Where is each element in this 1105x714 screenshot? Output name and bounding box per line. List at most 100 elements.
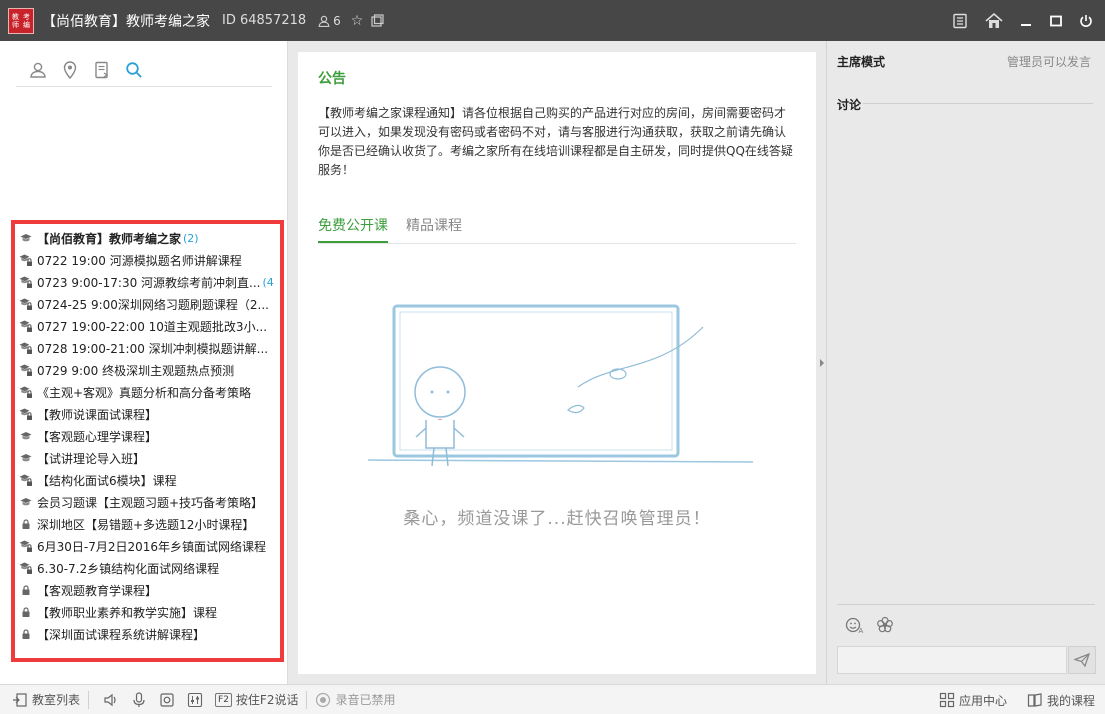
room-list-item[interactable]: 【结构化面试6模块】课程 — [15, 469, 280, 491]
room-list-button[interactable]: 教室列表 — [12, 691, 80, 708]
share-icon[interactable] — [371, 14, 384, 27]
collapse-handle[interactable] — [818, 355, 826, 371]
emoji-icon[interactable]: A — [845, 615, 865, 635]
app-center-button[interactable]: 应用中心 — [939, 692, 1007, 709]
chat-input[interactable] — [837, 646, 1067, 674]
discussion-label: 讨论 — [837, 98, 862, 112]
star-icon[interactable]: ☆ — [351, 13, 364, 29]
room-list-item[interactable]: 《主观+客观》真题分析和高分备考策略 — [15, 381, 280, 403]
room-list-item[interactable]: 0724-25 9:00深圳网络习题刷题课程（2... — [15, 293, 280, 315]
speaker-icon[interactable] — [103, 692, 119, 708]
graduation-cap-icon — [19, 231, 33, 245]
chat-tools-divider — [837, 604, 1095, 605]
cap-lock-icon — [19, 473, 33, 487]
user-icon[interactable] — [28, 60, 48, 80]
room-member-count: (4 — [262, 275, 274, 289]
room-list-item[interactable]: 【客观题心理学课程】 — [15, 425, 280, 447]
left-panel: 【尚佰教育】教师考编之家 (2) 0722 19:00 河源模拟题名师讲解课程 072… — [0, 41, 288, 684]
room-label: 6.30-7.2乡镇结构化面试网络课程 — [37, 561, 220, 576]
cap-lock-icon — [19, 275, 33, 289]
room-list-item[interactable]: 【试讲理论导入班】 — [15, 447, 280, 469]
room-list-item[interactable]: 6.30-7.2乡镇结构化面试网络课程 — [15, 557, 280, 579]
room-label: 0728 19:00-21:00 深圳冲刺模拟题讲解... — [37, 341, 269, 356]
room-label: 0722 19:00 河源模拟题名师讲解课程 — [37, 253, 242, 268]
room-list-item[interactable]: 会员习题课【主观题习题+技巧备考策略】 — [15, 491, 280, 513]
room-list-item[interactable]: 0722 19:00 河源模拟题名师讲解课程 — [15, 249, 280, 271]
empty-state-message: 桑心，频道没课了...赶快召唤管理员！ — [403, 509, 711, 529]
minimize-icon[interactable] — [1011, 6, 1041, 36]
maximize-icon[interactable] — [1041, 6, 1071, 36]
user-count: 6 — [333, 13, 341, 28]
room-label: 【客观题教育学课程】 — [37, 583, 158, 598]
notice-body: 【教师考编之家课程通知】请各位根据自己购买的产品进行对应的房间，房间需要密码才可… — [318, 106, 793, 177]
room-list-item[interactable]: 【教师说课面试课程】 — [15, 403, 280, 425]
chat-tools: A — [845, 615, 895, 635]
bottom-right-actions: 应用中心 我的课程 — [939, 685, 1095, 714]
room-list-item[interactable]: 6月30日-7月2日2016年乡镇面试网络课程 — [15, 535, 280, 557]
room-group-item[interactable]: 【尚佰教育】教师考编之家 (2) — [15, 227, 280, 249]
power-icon[interactable] — [1071, 6, 1101, 36]
room-list-item[interactable]: 0729 9:00 终极深圳主观题热点预测 — [15, 359, 280, 381]
room-label: 0729 9:00 终极深圳主观题热点预测 — [37, 363, 235, 378]
cap-lock-icon — [19, 561, 33, 575]
cap-lock-icon — [19, 319, 33, 333]
discussion-divider — [863, 103, 1093, 104]
room-label: 【结构化面试6模块】课程 — [37, 473, 177, 488]
chair-mode-label: 主席模式 — [837, 55, 886, 69]
cap-lock-icon — [19, 253, 33, 267]
grid-icon — [939, 692, 955, 708]
room-label: 0727 19:00-22:00 10道主观题批改3小... — [37, 319, 268, 334]
right-panel: 主席模式 管理员可以发言 讨论 A — [826, 41, 1105, 684]
tab-free-courses[interactable]: 免费公开课 — [318, 212, 388, 243]
room-label: 0724-25 9:00深圳网络习题刷题课程（2... — [37, 297, 269, 312]
cap-lock-icon — [19, 341, 33, 355]
f2-key-badge: F2 — [215, 692, 232, 707]
flower-icon[interactable] — [875, 615, 895, 635]
room-list-item[interactable]: 【客观题教育学课程】 — [15, 579, 280, 601]
chevron-right-icon — [820, 359, 824, 367]
empty-state-illustration — [368, 304, 754, 467]
push-to-talk-button[interactable]: F2 按住F2说话 — [215, 691, 298, 708]
room-list: 【尚佰教育】教师考编之家 (2) 0722 19:00 河源模拟题名师讲解课程 072… — [11, 220, 284, 662]
tab-premium-courses[interactable]: 精品课程 — [406, 212, 462, 243]
lock-icon — [19, 627, 33, 641]
bottom-bar: 教室列表 F2 按住F2说话 录音已禁用 应用中心 我的课程 — [0, 684, 1105, 714]
left-toolbar — [16, 53, 272, 87]
graduation-cap-icon — [19, 451, 33, 465]
room-list-icon — [12, 692, 28, 708]
online-users[interactable]: 6 — [318, 14, 341, 28]
room-id: ID 64857218 — [222, 13, 307, 28]
room-label: 会员习题课【主观题习题+技巧备考策略】 — [37, 495, 264, 510]
chair-mode-status: 管理员可以发言 — [1006, 55, 1091, 69]
room-list-item[interactable]: 0723 9:00-17:30 河源教综考前冲刺直... (4 — [15, 271, 280, 293]
graduation-cap-icon — [19, 495, 33, 509]
send-button[interactable] — [1068, 646, 1096, 674]
lock-icon — [19, 517, 33, 531]
room-label: 6月30日-7月2日2016年乡镇面试网络课程 — [37, 539, 267, 554]
location-icon[interactable] — [60, 60, 80, 80]
camera-icon[interactable] — [159, 692, 175, 708]
room-label: 【教师说课面试课程】 — [37, 407, 158, 422]
notes-icon[interactable] — [945, 6, 975, 36]
mixer-icon[interactable] — [187, 692, 203, 708]
room-list-item[interactable]: 【深圳面试课程系统讲解课程】 — [15, 623, 280, 645]
center-panel: 公告 【教师考编之家课程通知】请各位根据自己购买的产品进行对应的房间，房间需要密… — [298, 52, 816, 674]
cap-lock-icon — [19, 539, 33, 553]
separator — [306, 690, 308, 709]
app-logo: 教考师编 — [8, 7, 34, 34]
home-icon[interactable] — [979, 6, 1009, 36]
user-icon — [318, 15, 330, 27]
my-courses-button[interactable]: 我的课程 — [1027, 692, 1095, 709]
room-list-item[interactable]: 0728 19:00-21:00 深圳冲刺模拟题讲解... — [15, 337, 280, 359]
send-icon — [1074, 653, 1090, 667]
recording-status[interactable]: 录音已禁用 — [315, 691, 395, 708]
room-list-item[interactable]: 0727 19:00-22:00 10道主观题批改3小... — [15, 315, 280, 337]
microphone-icon[interactable] — [131, 691, 147, 708]
search-icon[interactable] — [124, 60, 144, 80]
room-label: 《主观+客观》真题分析和高分备考策略 — [37, 385, 252, 400]
note-icon[interactable] — [92, 60, 112, 80]
room-list-item[interactable]: 【教师职业素养和教学实施】课程 — [15, 601, 280, 623]
book-icon — [1027, 692, 1043, 708]
room-label: 【试讲理论导入班】 — [37, 451, 146, 466]
room-list-item[interactable]: 深圳地区【易错题+多选题12小时课程】 — [15, 513, 280, 535]
